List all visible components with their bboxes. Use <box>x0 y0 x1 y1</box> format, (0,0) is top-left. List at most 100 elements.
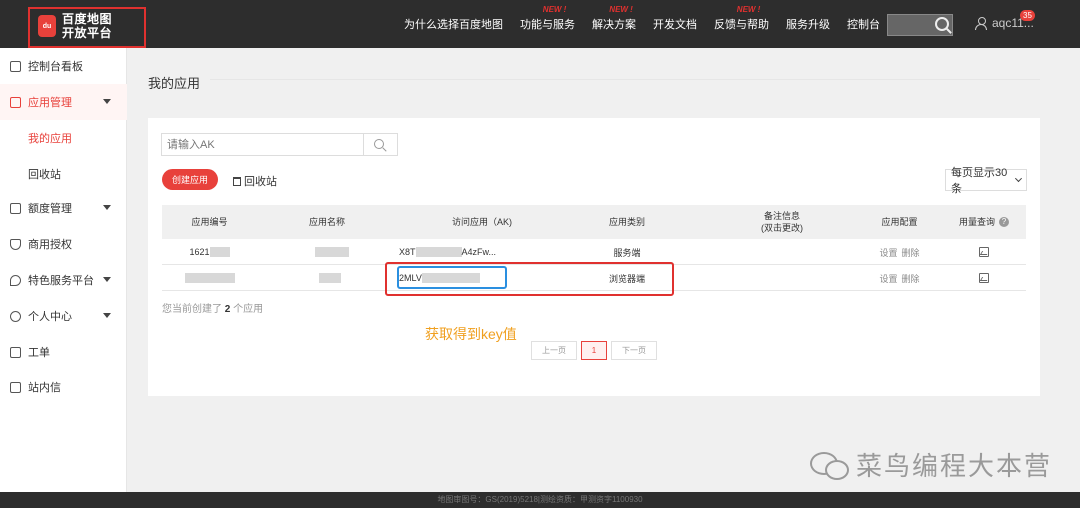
nav-console[interactable]: 控制台 <box>847 16 880 32</box>
col-usage-label: 用量查询 <box>958 217 995 227</box>
sidebar-item-messages[interactable]: 站内信 <box>0 369 127 405</box>
blurred-text <box>319 273 341 283</box>
page-title: 我的应用 <box>148 76 201 91</box>
heart-icon <box>10 274 21 286</box>
person-icon <box>10 310 21 322</box>
annotation-text: 获取得到key值 <box>425 326 517 342</box>
nav-dev-docs[interactable]: 开发文档 <box>653 16 697 32</box>
page-1-button[interactable]: 1 <box>581 341 607 360</box>
sidebar-item-label: 我的应用 <box>28 133 72 145</box>
app-id-cell: 1621 <box>162 239 257 265</box>
sidebar-item-app-management[interactable]: 应用管理 <box>0 84 127 120</box>
sidebar-item-label: 商用授权 <box>28 239 72 251</box>
nav-upgrade[interactable]: 服务升级 <box>786 16 830 32</box>
nav-features[interactable]: 功能与服务 NEW ! <box>520 5 575 32</box>
chevron-down-icon <box>103 205 111 210</box>
grid-icon <box>10 96 21 108</box>
col-category: 应用类别 <box>608 217 645 227</box>
sidebar-item-dashboard[interactable]: 控制台看板 <box>0 48 127 84</box>
nav-label: 服务升级 <box>786 19 830 31</box>
app-id-cell <box>162 265 257 291</box>
nav-why-baidu-map[interactable]: 为什么选择百度地图 <box>404 16 503 32</box>
col-remark-line2: (双击更改) <box>761 223 803 233</box>
per-page-select[interactable]: 每页显示30条 <box>945 167 1027 195</box>
create-app-button[interactable]: 创建应用 <box>162 169 218 190</box>
search-icon[interactable] <box>935 17 949 31</box>
sidebar-item-label: 个人中心 <box>28 311 72 323</box>
logo-line-1: 百度地图 <box>62 12 113 26</box>
recycle-bin-button[interactable]: 回收站 <box>233 173 277 189</box>
user-icon <box>975 16 987 30</box>
nav-solutions[interactable]: 解决方案 NEW ! <box>592 5 636 32</box>
prev-page-button[interactable]: 上一页 <box>531 341 577 360</box>
notification-badge[interactable]: 35 <box>1020 10 1035 21</box>
sidebar-item-label: 控制台看板 <box>28 61 83 73</box>
header-search[interactable] <box>887 14 953 36</box>
col-remark-line1: 备注信息 <box>763 211 800 221</box>
sliders-icon <box>10 202 21 214</box>
usage-cell <box>942 239 1026 265</box>
col-app-id: 应用编号 <box>191 217 228 227</box>
ak-highlight-box <box>397 266 507 289</box>
logo-line-2: 开放平台 <box>62 26 113 40</box>
blurred-text <box>209 247 230 257</box>
sidebar-item-label: 回收站 <box>28 169 61 181</box>
trash-icon <box>233 176 241 186</box>
sidebar-item-personal-center[interactable]: 个人中心 <box>0 298 127 334</box>
col-usage: 用量查询? <box>942 205 1026 239</box>
app-id: 1621 <box>189 247 210 257</box>
count-prefix: 您当前创建了 <box>162 304 222 315</box>
document-icon <box>10 346 21 358</box>
nav-label: 反馈与帮助 <box>714 19 769 31</box>
sidebar-item-special-services[interactable]: 特色服务平台 <box>0 262 127 298</box>
search-icon <box>374 139 384 149</box>
logo[interactable]: du 百度地图 开放平台 <box>28 7 146 48</box>
col-app-name: 应用名称 <box>308 217 345 227</box>
sidebar-item-recycle-bin[interactable]: 回收站 <box>0 156 127 192</box>
recycle-bin-label: 回收站 <box>244 176 277 188</box>
ak-end: A4zFw... <box>461 247 497 257</box>
sidebar-item-commercial-auth[interactable]: 商用授权 <box>0 226 127 262</box>
new-badge: NEW ! <box>609 5 633 14</box>
mail-icon <box>10 381 21 393</box>
wechat-icon <box>810 451 849 480</box>
nav-label: 开发文档 <box>653 19 697 31</box>
chart-icon[interactable] <box>979 247 989 257</box>
dashboard-icon <box>10 60 21 72</box>
settings-link[interactable]: 设置 <box>879 272 897 285</box>
settings-link[interactable]: 设置 <box>879 246 897 259</box>
ak-start: X8T <box>399 247 416 257</box>
config-cell: 设置 删除 <box>862 239 937 265</box>
sidebar-item-quota[interactable]: 额度管理 <box>0 190 127 226</box>
chart-icon[interactable] <box>979 273 989 283</box>
nav-label: 功能与服务 <box>520 19 575 31</box>
app-name-cell <box>267 239 387 265</box>
footer: 地图审图号：GS(2019)5218|测绘资质：甲测资字1100930 <box>0 492 1080 508</box>
ak-search-button[interactable] <box>363 133 398 156</box>
chevron-down-icon <box>103 277 111 282</box>
sidebar-item-label: 特色服务平台 <box>28 275 94 287</box>
next-page-button[interactable]: 下一页 <box>611 341 657 360</box>
divider <box>210 79 1040 80</box>
sidebar-item-label: 额度管理 <box>28 203 72 215</box>
shield-icon <box>10 238 21 250</box>
sidebar-item-label: 应用管理 <box>28 97 72 109</box>
delete-link[interactable]: 删除 <box>902 246 920 259</box>
nav-feedback[interactable]: 反馈与帮助 NEW ! <box>714 5 769 32</box>
new-badge: NEW ! <box>736 5 761 14</box>
delete-link[interactable]: 删除 <box>902 272 920 285</box>
col-config: 应用配置 <box>881 217 918 227</box>
table-header: 应用编号 应用名称 访问应用（AK) 应用类别 备注信息 (双击更改) 应用配置… <box>162 205 1026 239</box>
blurred-text <box>415 247 462 257</box>
blurred-text <box>315 247 349 257</box>
col-remark: 备注信息 (双击更改) <box>722 205 842 239</box>
sidebar-item-label: 工单 <box>28 347 50 359</box>
top-bar: du 百度地图 开放平台 为什么选择百度地图 功能与服务 NEW ! 解决方案 NE… <box>0 0 1080 48</box>
sidebar-item-tickets[interactable]: 工单 <box>0 334 127 370</box>
ak-search-input[interactable] <box>161 133 364 156</box>
new-badge: NEW ! <box>542 5 567 14</box>
help-icon[interactable]: ? <box>999 217 1009 227</box>
sidebar-item-my-apps[interactable]: 我的应用 <box>0 120 127 156</box>
chevron-down-icon <box>103 99 111 104</box>
nav-label: 解决方案 <box>592 19 636 31</box>
